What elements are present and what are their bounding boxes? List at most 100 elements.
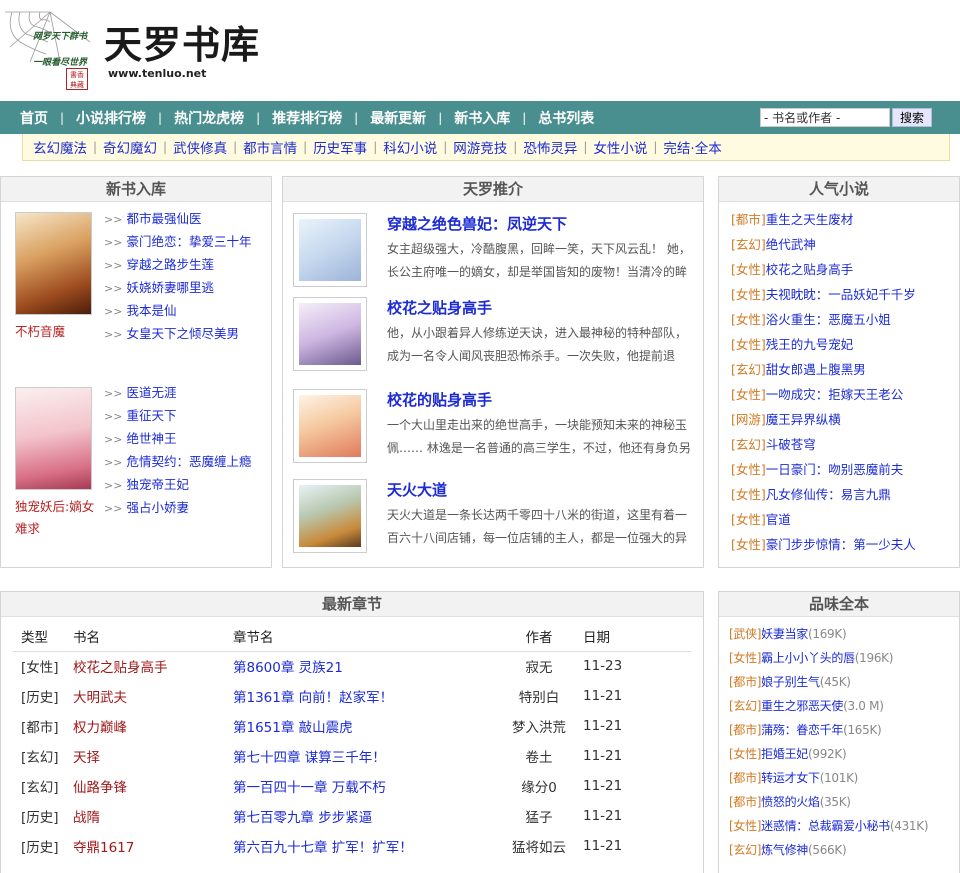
genre-tag: [女性] [731,487,766,502]
list-item: [女性]凡女修仙传：易言九鼎 [731,482,916,507]
category-wangyou[interactable]: 网游竞技 [447,137,513,157]
genre-tag: [女性] [731,337,766,352]
book-link[interactable]: 校花之贴身高手 [73,651,233,681]
recommend-desc: 天火大道是一条长达两千零四十八米的街道，这里有着一百六十八间店铺，每一位店铺的主… [387,508,688,545]
book-link[interactable]: 凡女修仙传：易言九鼎 [766,487,891,502]
list-item: [都市]转运才女下(101K) [729,766,928,790]
book-link[interactable]: 迷惑情：总裁霸爱小秘书 [761,819,890,833]
category-wanjie[interactable]: 完结·全本 [657,137,727,157]
category-wuxia[interactable]: 武侠修真 [167,137,233,157]
book-link[interactable]: 穿越之路步生莲 [126,257,214,272]
book-link[interactable]: 绝世神王 [126,431,176,446]
book-link[interactable]: 重生之天生废材 [766,212,854,227]
book-link[interactable]: 残王的九号宠妃 [766,337,854,352]
book-link[interactable]: 仙路争锋 [73,771,233,801]
book-link[interactable]: 霸上小小丫头的唇 [761,651,855,665]
book-link[interactable]: 蒲殇：眷恋千年 [761,723,843,737]
book-link[interactable]: 豪门绝恋：挚爱三十年 [126,234,251,249]
book-link[interactable]: 天择 [73,741,233,771]
book-cover-title[interactable]: 不朽音魔 [15,321,65,343]
book-link[interactable]: 妖娆娇妻哪里逃 [126,280,214,295]
genre-tag: [玄幻] [731,362,766,377]
book-link[interactable]: 女皇天下之倾尽美男 [126,326,239,341]
book-link[interactable]: 转运才女下 [761,771,820,785]
genre-cell: [女性] [21,660,59,677]
book-link[interactable]: 妖妻当家 [761,627,808,641]
search-input[interactable] [760,108,890,127]
author-cell: 缘分0 [521,780,557,796]
category-xuanhuan[interactable]: 玄幻魔法 [27,137,93,157]
recommend-title[interactable]: 天火大道 [387,479,447,500]
book-link[interactable]: 浴火重生：恶魔五小姐 [766,312,891,327]
chapter-link[interactable]: 第1651章 敲山震虎 [233,711,503,741]
book-link[interactable]: 独宠帝王妃 [126,477,189,492]
book-link[interactable]: 医道无涯 [126,385,176,400]
book-link[interactable]: 炼气修神 [761,843,808,857]
book-link[interactable]: 强占小娇妻 [126,500,189,515]
category-kehuan[interactable]: 科幻小说 [377,137,443,157]
table-header-row: 类型 书名 章节名 作者 日期 [13,622,691,652]
book-cover-image[interactable] [15,212,92,315]
category-nvxing[interactable]: 女性小说 [587,137,653,157]
book-link[interactable]: 拒婚王妃 [761,747,808,761]
book-link[interactable]: 绝代武神 [766,237,816,252]
book-thumbnail[interactable] [293,297,367,371]
category-lishi[interactable]: 历史军事 [307,137,373,157]
book-link[interactable]: 愤怒的火焰 [761,795,820,809]
book-link[interactable]: 我本是仙 [126,303,176,318]
book-link[interactable]: 夫视眈眈：一品妖妃千千岁 [766,287,916,302]
table-row: [玄幻] 天择 第七十四章 谋算三千年！ 卷土 11-21 [13,741,691,771]
list-item: [女性]浴火重生：恶魔五小姐 [731,307,916,332]
category-qihuan[interactable]: 奇幻魔幻 [97,137,163,157]
book-link[interactable]: 都市最强仙医 [126,211,201,226]
nav-novel-rank[interactable]: 小说排行榜 [64,108,158,128]
chapter-link[interactable]: 第七十四章 谋算三千年！ [233,741,503,771]
book-link[interactable]: 官道 [766,512,791,527]
nav-hot-rank[interactable]: 热门龙虎榜 [162,108,256,128]
book-cover-title[interactable]: 独宠妖后:嫡女 难求 [15,496,94,540]
category-dushi[interactable]: 都市言情 [237,137,303,157]
book-thumbnail[interactable] [293,479,367,553]
book-link[interactable]: 豪门步步惊情：第一少夫人 [766,537,916,552]
recommend-title[interactable]: 校花之贴身高手 [387,297,492,318]
nav-home[interactable]: 首页 [8,108,60,128]
chapter-link[interactable]: 第一百四十一章 万载不朽 [233,771,503,801]
date-cell: 11-21 [583,688,623,704]
book-link[interactable]: 娘子别生气 [761,675,820,689]
book-link[interactable]: 斗破苍穹 [766,437,816,452]
nav-all-books[interactable]: 总书列表 [526,108,606,128]
search-button[interactable]: 搜索 [892,108,932,127]
book-cover-image[interactable] [15,387,92,490]
recommend-title[interactable]: 校花的贴身高手 [387,389,492,410]
book-link[interactable]: 危情契约：恶魔缠上瘾 [126,454,251,469]
book-thumbnail[interactable] [293,389,367,463]
chapter-link[interactable]: 第1361章 向前！赵家军！ [233,681,503,711]
book-link[interactable]: 校花之贴身高手 [766,262,854,277]
list-item: >> 绝世神王 [104,431,177,446]
book-link[interactable]: 甜女郎遇上腹黑男 [766,362,866,377]
book-link[interactable]: 战隋 [73,801,233,831]
book-link[interactable]: 重征天下 [126,408,176,423]
book-link[interactable]: 一日豪门：吻别恶魔前夫 [766,462,904,477]
book-link[interactable]: 重生之邪恶天使 [761,699,843,713]
list-item: [玄幻]炼气修神(566K) [729,838,928,862]
site-title[interactable]: 天罗书库 [104,14,260,69]
category-kongbu[interactable]: 恐怖灵异 [517,137,583,157]
chapter-link[interactable]: 第8600章 灵族21 [233,651,503,681]
genre-tag: [女性] [729,651,762,665]
book-thumbnail[interactable] [293,213,367,287]
column-header-author: 作者 [503,622,575,652]
nav-recommend-rank[interactable]: 推荐排行榜 [260,108,354,128]
genre-tag: [都市] [729,771,762,785]
date-cell: 11-21 [583,748,623,764]
book-link[interactable]: 一吻成灾：拒嫁天王老公 [766,387,904,402]
book-link[interactable]: 夺鼎1617 [73,831,233,861]
book-link[interactable]: 魔王异界纵横 [766,412,841,427]
nav-latest-update[interactable]: 最新更新 [358,108,438,128]
nav-new-books[interactable]: 新书入库 [442,108,522,128]
recommend-title[interactable]: 穿越之绝色兽妃：凤逆天下 [387,213,567,234]
chapter-link[interactable]: 第七百零九章 步步紧逼 [233,801,503,831]
book-link[interactable]: 权力巅峰 [73,711,233,741]
chapter-link[interactable]: 第六百九十七章 扩军！扩军！ [233,831,503,861]
book-link[interactable]: 大明武夫 [73,681,233,711]
